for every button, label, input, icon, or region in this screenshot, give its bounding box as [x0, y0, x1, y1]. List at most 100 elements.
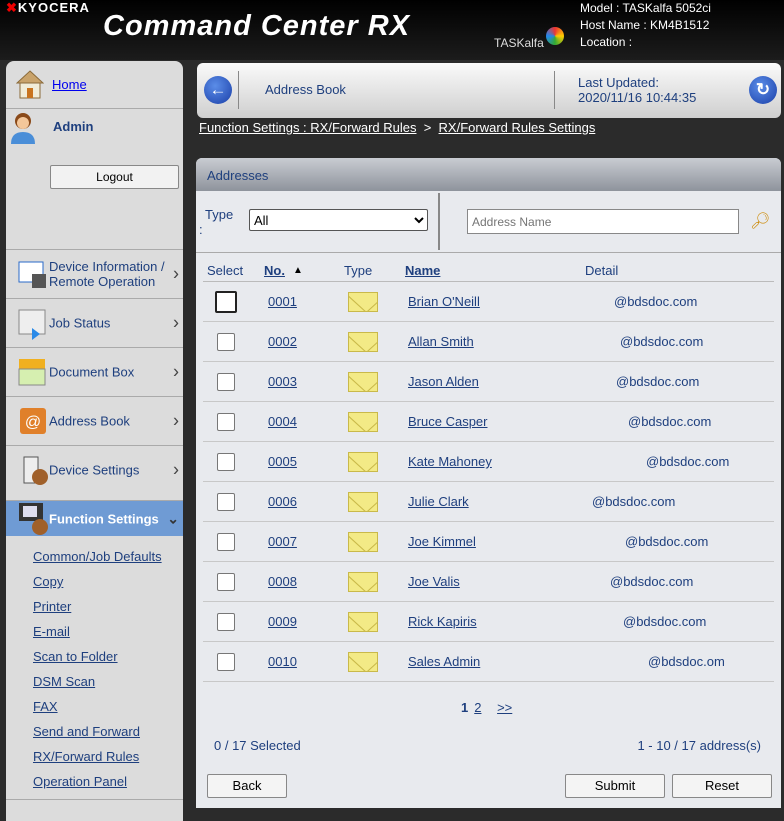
sidebar-item-label: Job Status [49, 315, 111, 331]
page-2-link[interactable]: 2 [474, 700, 481, 715]
address-number-link[interactable]: 0002 [268, 334, 297, 349]
sub-link-printer[interactable]: Printer [33, 599, 71, 614]
sidebar-item-label: Device Settings [49, 462, 140, 478]
row-select-checkbox[interactable] [217, 573, 235, 591]
address-number-link[interactable]: 0003 [268, 374, 297, 389]
breadcrumb-separator: > [423, 120, 432, 135]
breadcrumb-rx-forward-rules-settings[interactable]: RX/Forward Rules Settings [439, 120, 596, 135]
logout-button[interactable]: Logout [50, 165, 179, 189]
address-name-link[interactable]: Kate Mahoney [408, 454, 492, 469]
row-select-checkbox[interactable] [217, 413, 235, 431]
email-envelope-icon [348, 492, 378, 512]
address-name-link[interactable]: Rick Kapiris [408, 614, 477, 629]
sub-link-dsm-scan[interactable]: DSM Scan [33, 674, 95, 689]
address-detail: @bdsdoc.com [623, 614, 707, 629]
address-name-search-input[interactable] [467, 209, 739, 234]
row-select-checkbox[interactable] [217, 533, 235, 551]
job-status-icon [18, 309, 46, 340]
table-row: 0010 Sales Admin @bdsdoc.om [203, 642, 774, 682]
page-title: Address Book [265, 82, 346, 97]
last-updated-label: Last Updated: [578, 75, 659, 90]
email-envelope-icon [348, 652, 378, 672]
reset-button[interactable]: Reset [672, 774, 772, 798]
chevron-right-icon: › [173, 361, 179, 382]
user-avatar-icon [11, 113, 35, 144]
table-row: 0004 Bruce Casper @bdsdoc.com [203, 402, 774, 442]
type-filter-select[interactable]: All [249, 209, 428, 231]
next-page-link[interactable]: >> [497, 700, 512, 715]
panel-title: Addresses [196, 158, 781, 191]
selected-count: 0 / 17 Selected [214, 738, 301, 753]
column-no-sort[interactable]: No. [264, 263, 285, 278]
column-name-sort[interactable]: Name [405, 263, 440, 278]
sub-link-operation-panel[interactable]: Operation Panel [33, 774, 127, 789]
sub-link-scan-to-folder[interactable]: Scan to Folder [33, 649, 118, 664]
address-number-link[interactable]: 0005 [268, 454, 297, 469]
address-number-link[interactable]: 0004 [268, 414, 297, 429]
home-link[interactable]: Home [52, 77, 87, 92]
last-updated: Last Updated: 2020/11/16 10:44:35 [578, 75, 696, 105]
row-select-checkbox[interactable] [215, 291, 237, 313]
address-name-link[interactable]: Brian O'Neill [408, 294, 480, 309]
sub-link-send-and-forward[interactable]: Send and Forward [33, 724, 140, 739]
address-number-link[interactable]: 0010 [268, 654, 297, 669]
address-name-link[interactable]: Joe Valis [408, 574, 460, 589]
back-button[interactable]: Back [207, 774, 287, 798]
row-select-checkbox[interactable] [217, 653, 235, 671]
type-filter-label: Type: [199, 207, 234, 237]
sidebar-item-device-settings[interactable]: Device Settings › [6, 445, 183, 494]
address-name-link[interactable]: Allan Smith [408, 334, 474, 349]
sidebar-item-document-box[interactable]: Document Box › [6, 347, 183, 396]
address-number-link[interactable]: 0006 [268, 494, 297, 509]
address-name-link[interactable]: Jason Alden [408, 374, 479, 389]
sub-link-email[interactable]: E-mail [33, 624, 70, 639]
address-name-link[interactable]: Bruce Casper [408, 414, 487, 429]
address-name-link[interactable]: Sales Admin [408, 654, 480, 669]
document-box-icon [18, 359, 46, 386]
sub-link-copy[interactable]: Copy [33, 574, 63, 589]
sub-link-rx-forward-rules[interactable]: RX/Forward Rules [33, 749, 139, 764]
sidebar-item-job-status[interactable]: Job Status › [6, 298, 183, 347]
table-row: 0006 Julie Clark @bdsdoc.com [203, 482, 774, 522]
address-number-link[interactable]: 0008 [268, 574, 297, 589]
address-number-link[interactable]: 0009 [268, 614, 297, 629]
row-select-checkbox[interactable] [217, 373, 235, 391]
back-arrow-icon[interactable]: ← [204, 76, 232, 104]
row-select-checkbox[interactable] [217, 333, 235, 351]
home-icon [16, 70, 44, 99]
function-settings-icon [19, 503, 48, 535]
address-number-link[interactable]: 0007 [268, 534, 297, 549]
refresh-icon[interactable]: ↻ [749, 76, 777, 104]
breadcrumb-function-settings[interactable]: Function Settings : RX/Forward Rules [199, 120, 416, 135]
home-link-row[interactable]: Home [6, 61, 183, 109]
address-number-link[interactable]: 0001 [268, 294, 297, 309]
divider [554, 71, 555, 109]
chevron-right-icon: › [173, 263, 179, 284]
chevron-right-icon: › [173, 459, 179, 480]
row-select-checkbox[interactable] [217, 493, 235, 511]
sidebar-item-device-information[interactable]: Device Information / Remote Operation › [6, 249, 183, 298]
email-envelope-icon [348, 612, 378, 632]
chevron-down-icon: ⌄ [167, 510, 179, 526]
svg-text:@: @ [25, 414, 41, 431]
sidebar-item-address-book[interactable]: @ Address Book › [6, 396, 183, 445]
address-name-link[interactable]: Joe Kimmel [408, 534, 476, 549]
address-detail: @bdsdoc.com [610, 574, 694, 589]
address-range: 1 - 10 / 17 address(s) [637, 738, 761, 753]
address-name-link[interactable]: Julie Clark [408, 494, 469, 509]
sidebar-item-function-settings[interactable]: Function Settings ⌄ [6, 500, 183, 536]
row-select-checkbox[interactable] [217, 453, 235, 471]
submit-button[interactable]: Submit [565, 774, 665, 798]
email-envelope-icon [348, 372, 378, 392]
search-icon[interactable]: 🔎︎ [750, 211, 770, 231]
address-detail: @bdsdoc.com [625, 534, 709, 549]
chevron-right-icon: › [173, 410, 179, 431]
addresses-panel: Addresses Type: All 🔎︎ Select No. ▲ Type… [196, 158, 781, 808]
column-detail: Detail [585, 263, 619, 278]
row-select-checkbox[interactable] [217, 613, 235, 631]
sub-link-common-job-defaults[interactable]: Common/Job Defaults [33, 549, 162, 564]
address-detail: @bdsdoc.om [648, 654, 725, 669]
device-settings-icon [23, 456, 48, 485]
table-row: 0001 Brian O'Neill @bdsdoc.com [203, 282, 774, 322]
sub-link-fax[interactable]: FAX [33, 699, 58, 714]
